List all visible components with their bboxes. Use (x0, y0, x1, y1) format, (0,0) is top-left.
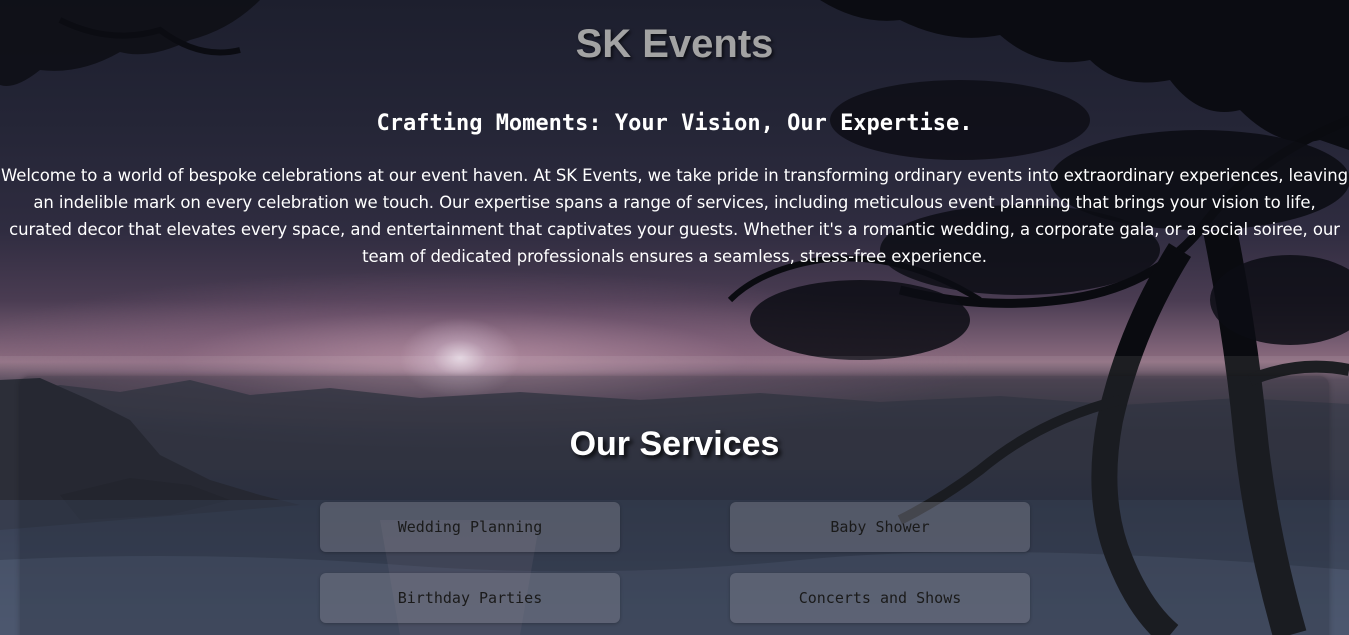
service-button-concerts-and-shows[interactable]: Concerts and Shows (730, 573, 1030, 623)
hero-tagline: Crafting Moments: Your Vision, Our Exper… (376, 111, 973, 136)
site-title: SK Events (575, 22, 774, 66)
service-button-birthday-parties[interactable]: Birthday Parties (320, 573, 620, 623)
hero-intro-paragraph: Welcome to a world of bespoke celebratio… (1, 166, 1348, 266)
service-button-wedding-planning[interactable]: Wedding Planning (320, 502, 620, 552)
services-panel (20, 376, 1329, 635)
services-title: Our Services (569, 425, 780, 463)
service-button-baby-shower[interactable]: Baby Shower (730, 502, 1030, 552)
